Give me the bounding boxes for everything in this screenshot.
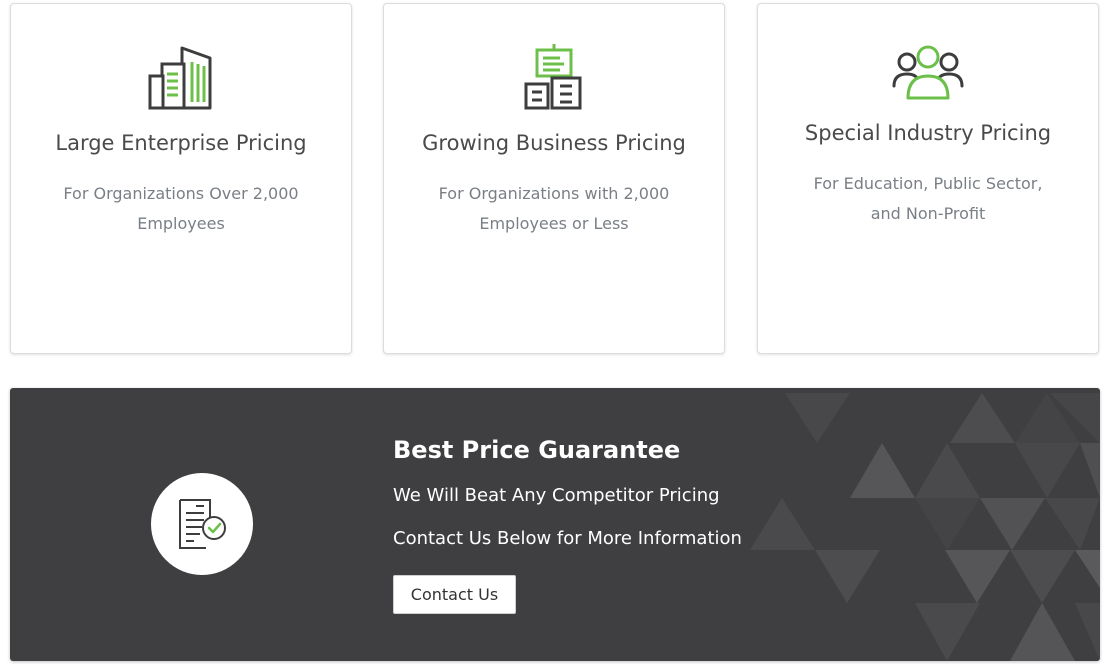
pricing-page: Large Enterprise Pricing For Organizatio… [0,0,1108,664]
card-title: Special Industry Pricing [804,121,1052,145]
users-group-icon [892,45,964,100]
banner-subtitle-1: We Will Beat Any Competitor Pricing [393,485,720,506]
special-industry-card[interactable]: Special Industry Pricing For Education, … [757,3,1099,354]
document-check-icon [179,499,226,549]
card-title: Large Enterprise Pricing [55,131,307,155]
card-description: For Organizations with 2,000 Employees o… [438,184,670,233]
document-badge [151,473,253,575]
growing-business-card[interactable]: Growing Business Pricing For Organizatio… [383,3,725,354]
building-icon [148,46,212,110]
banner-title: Best Price Guarantee [393,436,681,464]
banner-subtitle-2: Contact Us Below for More Information [393,528,742,549]
card-description: For Education, Public Sector, and Non-Pr… [813,174,1043,223]
card-description: For Organizations Over 2,000 Employees [63,184,299,233]
card-title: Growing Business Pricing [422,131,686,155]
business-buildings-icon [524,44,582,110]
best-price-banner: Best Price Guarantee We Will Beat Any Co… [10,388,1100,661]
contact-us-button[interactable]: Contact Us [393,575,516,614]
large-enterprise-card[interactable]: Large Enterprise Pricing For Organizatio… [10,3,352,354]
